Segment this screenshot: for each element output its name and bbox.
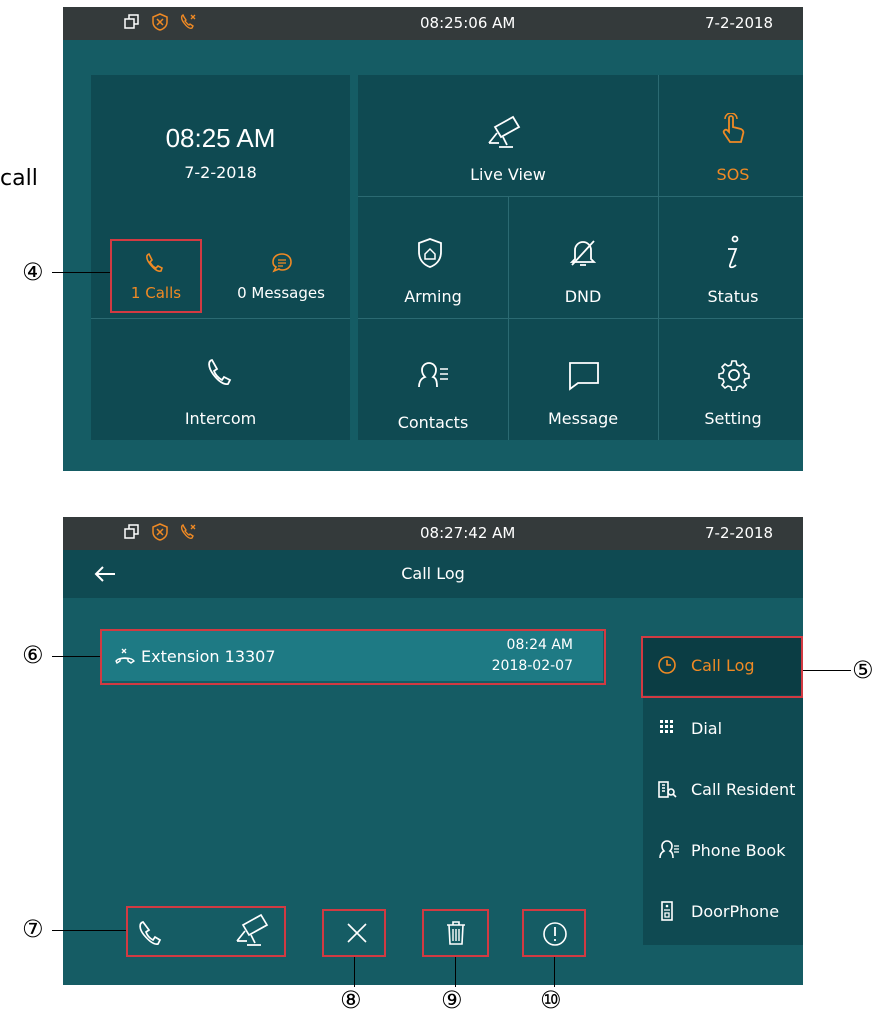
callout-7: ⑦ <box>22 915 44 943</box>
title-bar: Call Log <box>63 550 803 598</box>
leader-line <box>455 957 456 987</box>
partial-caption: call <box>0 166 38 191</box>
status-date: 7-2-2018 <box>705 524 774 542</box>
shield-home-icon <box>418 238 442 268</box>
live-view-label: Live View <box>470 165 546 184</box>
dnd-label: DND <box>564 287 602 306</box>
calls-highlight-box <box>110 239 202 313</box>
contacts-icon <box>418 362 448 388</box>
contacts-tile[interactable]: Contacts <box>358 319 508 440</box>
missed-call-icon <box>180 524 196 539</box>
missed-call-icon <box>180 14 196 29</box>
delete-button-highlight-box <box>422 909 489 957</box>
message-label: Message <box>547 409 619 428</box>
intercom-tile[interactable]: Intercom <box>91 319 350 440</box>
status-tile[interactable]: Status <box>658 197 803 318</box>
callout-9: ⑨ <box>441 986 463 1014</box>
shield-alert-icon <box>152 523 168 541</box>
hand-pointer-icon <box>722 113 745 143</box>
call-buttons-highlight-box <box>126 906 286 957</box>
window-icon <box>124 14 139 29</box>
clock-date: 7-2-2018 <box>184 163 257 182</box>
leader-line <box>52 930 126 931</box>
feature-grid: Live View SOS Arming DND Status Contacts… <box>358 75 803 440</box>
contacts-label: Contacts <box>397 413 469 432</box>
message-tile[interactable]: Message <box>508 319 658 440</box>
doorphone-icon <box>661 901 673 921</box>
side-item-doorphone[interactable]: DoorPhone <box>643 883 803 941</box>
messages-label: 0 Messages <box>237 284 325 302</box>
window-icon <box>124 524 139 539</box>
live-view-tile[interactable]: Live View <box>358 75 658 196</box>
setting-tile[interactable]: Setting <box>658 319 803 440</box>
callout-8: ⑧ <box>340 986 362 1014</box>
status-icons <box>123 523 197 541</box>
camera-icon <box>488 115 521 148</box>
callout-4: ④ <box>22 258 44 286</box>
status-bar: 08:25:06 AM 7-2-2018 <box>63 7 803 40</box>
building-search-icon <box>658 781 677 798</box>
dnd-tile[interactable]: DND <box>508 197 658 318</box>
info-icon <box>728 235 739 269</box>
status-icons <box>123 13 197 31</box>
status-time: 08:25:06 AM <box>420 14 516 32</box>
status-time: 08:27:42 AM <box>420 524 516 542</box>
arming-tile[interactable]: Arming <box>358 197 508 318</box>
call-log-menu-highlight-box <box>641 636 803 698</box>
shield-alert-icon <box>152 13 168 31</box>
status-date: 7-2-2018 <box>705 14 774 32</box>
intercom-label: Intercom <box>184 409 257 428</box>
status-label: Status <box>707 287 759 306</box>
messages-button[interactable]: 0 Messages <box>221 240 341 312</box>
leader-line <box>52 272 110 273</box>
sos-tile[interactable]: SOS <box>658 75 803 196</box>
clock-time: 08:25 AM <box>165 123 276 153</box>
leader-line <box>52 656 100 657</box>
bell-off-icon <box>569 240 597 266</box>
sos-label: SOS <box>716 165 750 184</box>
side-item-phone-book[interactable]: Phone Book <box>643 822 803 880</box>
close-button-highlight-box <box>322 909 386 957</box>
callout-6: ⑥ <box>22 641 44 669</box>
side-item-label: Phone Book <box>691 841 786 860</box>
leader-line <box>554 957 555 987</box>
side-item-label: DoorPhone <box>691 902 780 921</box>
leader-line <box>354 957 355 987</box>
chat-bubble-icon <box>272 253 292 273</box>
phone-icon <box>208 358 232 386</box>
gear-icon <box>718 360 750 391</box>
callout-5: ⑤ <box>852 656 874 684</box>
keypad-icon <box>660 720 673 733</box>
page-title: Call Log <box>401 564 465 583</box>
call-log-entry-highlight-box <box>100 629 606 685</box>
arming-label: Arming <box>404 287 462 306</box>
contacts-icon <box>659 840 679 859</box>
leader-line <box>803 670 851 671</box>
callout-10: ⑩ <box>540 986 562 1014</box>
side-item-label: Dial <box>691 719 723 738</box>
setting-label: Setting <box>704 409 762 428</box>
side-item-label: Call Resident <box>691 780 796 799</box>
info-button-highlight-box <box>522 909 586 957</box>
side-item-dial[interactable]: Dial <box>643 700 803 758</box>
message-icon <box>569 362 599 391</box>
side-item-call-resident[interactable]: Call Resident <box>643 761 803 819</box>
status-bar: 08:27:42 AM 7-2-2018 <box>63 517 803 550</box>
